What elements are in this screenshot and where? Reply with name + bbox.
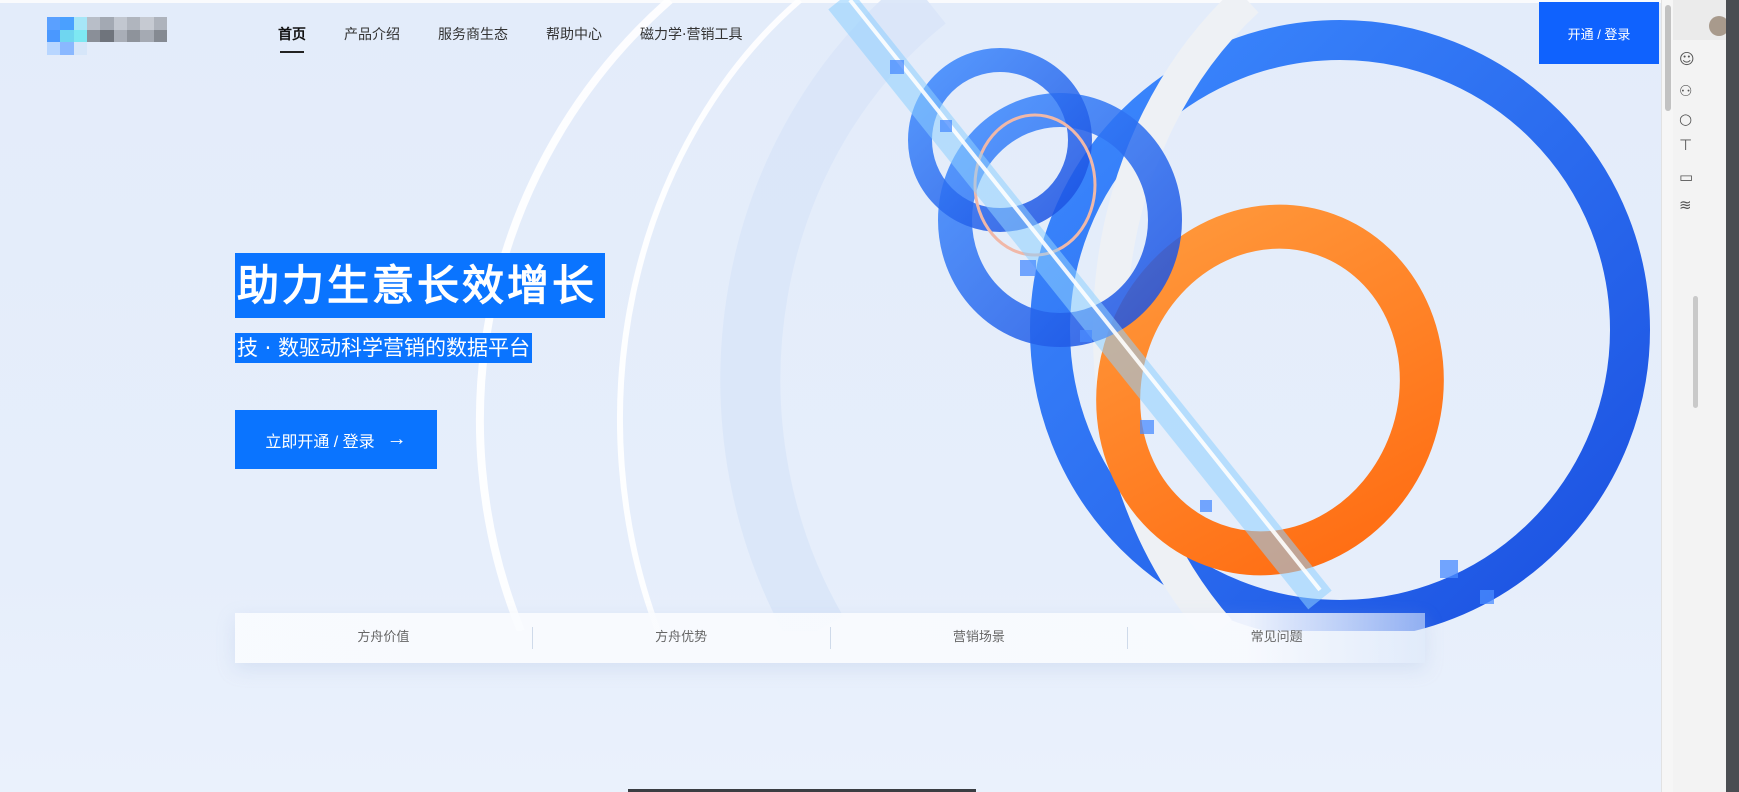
cta-label: 立即开通 / 登录 xyxy=(265,433,375,451)
side-scrollbar-thumb[interactable] xyxy=(1693,296,1698,408)
login-button[interactable]: 开通 / 登录 xyxy=(1539,2,1659,64)
light-beam xyxy=(828,0,1332,610)
nav-home[interactable]: 首页 xyxy=(278,24,306,53)
cta-signup-button[interactable]: 立即开通 / 登录 → xyxy=(235,410,437,469)
page-scrollbar[interactable] xyxy=(1661,0,1673,792)
window-edge xyxy=(1726,0,1739,792)
scrollbar-thumb[interactable] xyxy=(1665,5,1671,111)
nav-partners[interactable]: 服务商生态 xyxy=(438,24,508,44)
tab-advantages[interactable]: 方舟优势 xyxy=(533,627,831,649)
tab-value[interactable]: 方舟价值 xyxy=(235,627,533,649)
nav-products[interactable]: 产品介绍 xyxy=(344,24,400,44)
tab-faq[interactable]: 常见问题 xyxy=(1128,627,1425,649)
hero-title: 助力生意长效增长 xyxy=(235,253,606,318)
brand-logo-pixelated[interactable] xyxy=(47,17,167,55)
arrow-right-icon: → xyxy=(386,428,407,450)
side-panel: ☺ ⚇ ○ ⊤ ▭ ≋ xyxy=(1673,0,1729,792)
main-nav: 首页 产品介绍 服务商生态 帮助中心 磁力学·营销工具 xyxy=(278,24,780,53)
hero-illustration xyxy=(475,0,1650,631)
database-icon[interactable]: ≋ xyxy=(1679,196,1692,214)
tab-scenarios[interactable]: 营销场景 xyxy=(831,627,1129,649)
section-tabs: 方舟价值 方舟优势 营销场景 常见问题 xyxy=(235,613,1425,663)
nav-help[interactable]: 帮助中心 xyxy=(546,24,602,44)
page: 首页 产品介绍 服务商生态 帮助中心 磁力学·营销工具 开通 / 登录 助力生意… xyxy=(0,0,1661,792)
search-icon[interactable]: ○ xyxy=(1679,110,1692,128)
calendar-icon[interactable]: ▭ xyxy=(1679,168,1693,186)
nav-marketing-tools[interactable]: 磁力学·营销工具 xyxy=(640,24,742,44)
chat-icon[interactable]: ☺ xyxy=(1679,50,1695,68)
pin-icon[interactable]: ⊤ xyxy=(1679,136,1692,154)
contacts-icon[interactable]: ⚇ xyxy=(1679,82,1692,100)
hero-subtitle: 技 · 数驱动科学营销的数据平台 xyxy=(235,333,533,363)
